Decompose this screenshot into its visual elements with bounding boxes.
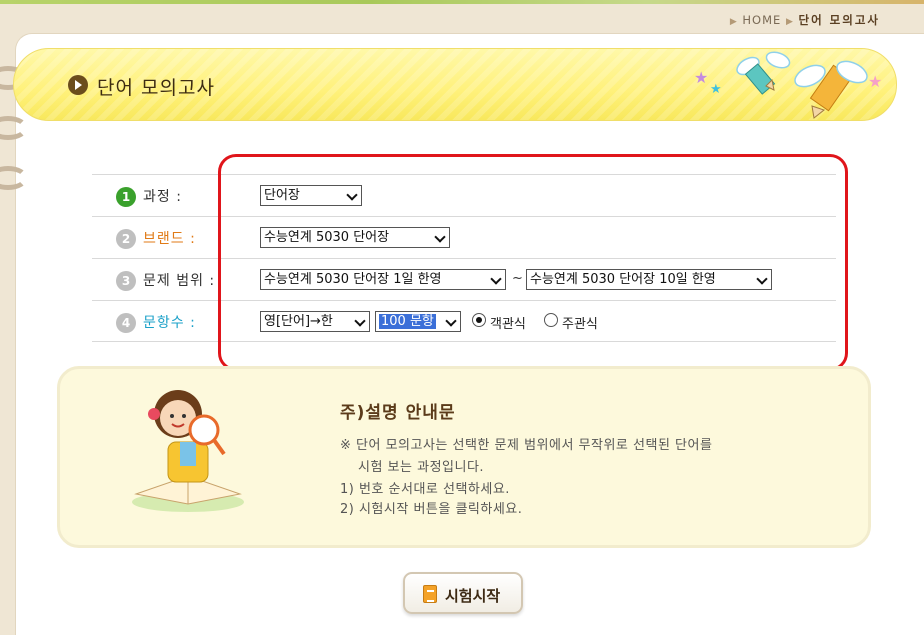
info-title: 주)설명 안내문 <box>340 403 456 423</box>
count-label: 문항수 : <box>143 315 196 331</box>
info-line: 시험 보는 과정입니다. <box>358 460 485 475</box>
page-title: 단어 모의고사 <box>97 77 215 99</box>
breadcrumb-home[interactable]: HOME <box>742 13 781 27</box>
reading-girl-illustration <box>132 390 244 512</box>
breadcrumb-current: 단어 모의고사 <box>798 13 880 27</box>
info-line: 2) 시험시작 버튼을 클릭하세요. <box>340 502 523 517</box>
step-badge: 3 <box>116 271 136 291</box>
step-badge: 2 <box>116 229 136 249</box>
start-exam-button[interactable]: 시험시작 <box>403 572 523 614</box>
brand-label: 브랜드 : <box>143 231 196 247</box>
chevron-right-icon: ▶ <box>785 17 794 27</box>
star-icon: ★ <box>694 68 709 87</box>
play-bullet-icon <box>68 75 88 95</box>
step-badge: 4 <box>116 313 136 333</box>
document-icon <box>423 585 437 603</box>
winged-pencil-icon <box>794 60 868 119</box>
breadcrumb: ▶ HOME ▶ 단어 모의고사 <box>730 12 880 28</box>
star-icon: ★ <box>710 82 722 97</box>
info-line: ※ 단어 모의고사는 선택한 문제 범위에서 무작위로 선택된 단어를 <box>340 438 713 453</box>
chevron-right-icon: ▶ <box>729 17 738 27</box>
winged-pencil-icon <box>736 51 791 95</box>
range-label: 문제 범위 : <box>143 273 216 289</box>
info-line: 1) 번호 순서대로 선택하세요. <box>340 482 510 497</box>
highlight-annotation <box>218 154 848 371</box>
top-decoration-strip <box>0 0 924 4</box>
start-exam-label: 시험시작 <box>445 587 501 605</box>
step-badge: 1 <box>116 187 136 207</box>
course-label: 과정 : <box>143 189 182 205</box>
